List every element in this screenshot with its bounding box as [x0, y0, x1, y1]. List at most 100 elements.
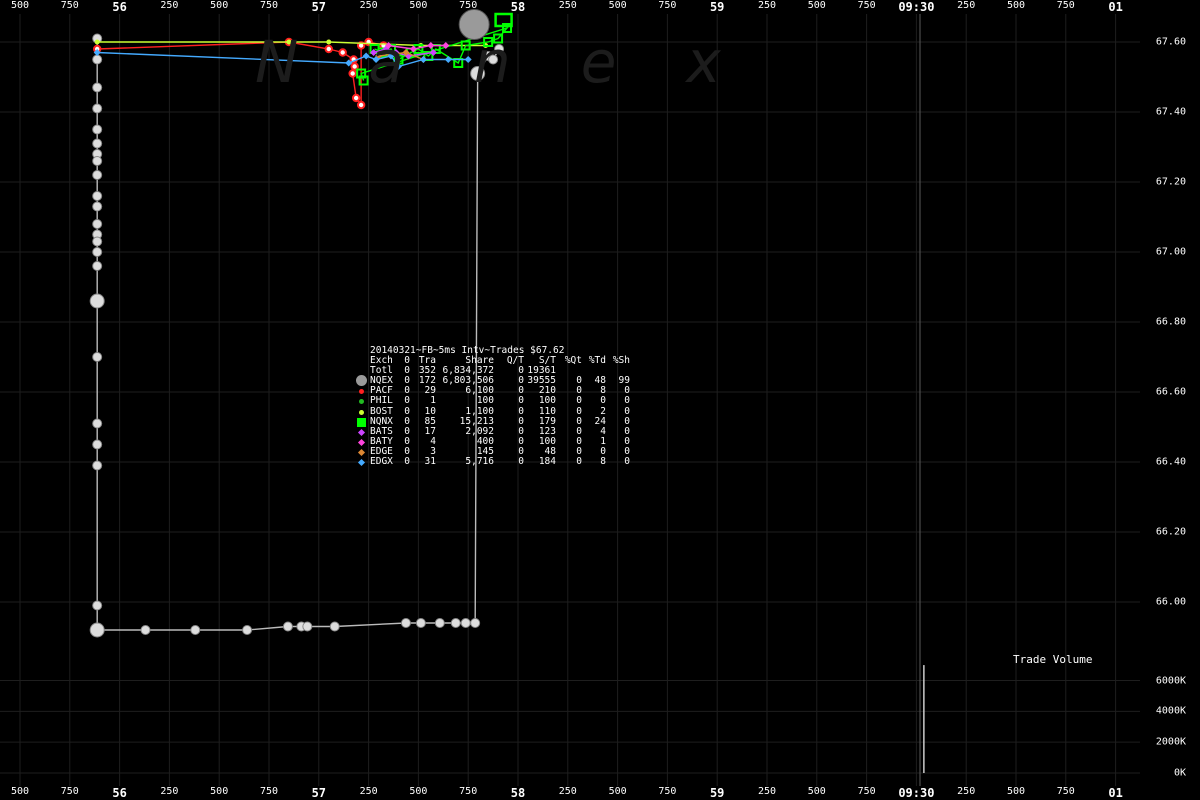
trade-point-nqex	[92, 247, 103, 257]
trade-point-nqex	[92, 418, 103, 429]
trade-point-nqex	[89, 622, 105, 638]
x-tick-top: 750	[1056, 0, 1075, 11]
trade-point-nqex	[92, 103, 103, 114]
volume-tick-label: 2000K	[1155, 736, 1186, 748]
symbol-shape	[359, 409, 364, 415]
stats-header-cell: %Qt	[564, 355, 582, 367]
trade-point-nqex	[140, 625, 151, 635]
y-tick-label: 66.40	[1155, 456, 1186, 468]
x-tick-top: 250	[957, 0, 976, 11]
series-line-nqex	[96, 38, 500, 631]
x-tick-bottom: 500	[807, 786, 826, 797]
x-tick-bottom: 250	[558, 786, 577, 797]
y-tick-label: 67.60	[1155, 36, 1186, 48]
x-tick-top: 500	[608, 0, 627, 11]
trade-point-nqex	[92, 54, 103, 65]
x-tick-top: 750	[857, 0, 876, 11]
x-tick-top: 750	[60, 0, 79, 11]
trade-point-nqex	[92, 439, 103, 450]
x-tick-bottom: 500	[608, 786, 627, 797]
exchange-symbol-icon	[356, 375, 370, 387]
stats-row: EDGX 0 31 5,716 0 184 0 8 0	[356, 456, 630, 468]
stats-cell: EDGX	[370, 456, 393, 468]
stats-rows: Exch 0 Tra Share Q/T S/T %Qt %Td %Sh Totl 0 352 6,83…	[356, 355, 630, 468]
x-tick-top: 01	[1108, 0, 1123, 14]
symbol-shape	[357, 428, 366, 436]
x-tick-bottom: 250	[957, 786, 976, 797]
volume-tick-label: 6000K	[1155, 675, 1186, 686]
x-tick-top: 500	[210, 0, 229, 11]
exchange-symbol-icon	[356, 386, 370, 396]
series-layer	[89, 9, 513, 638]
x-tick-top: 750	[259, 0, 279, 11]
trade-point-nqex	[282, 621, 293, 632]
symbol-shape	[357, 458, 366, 467]
y-tick-label: 67.40	[1155, 106, 1186, 118]
trade-point-nqex	[470, 618, 481, 628]
trade-point-nqex	[92, 236, 103, 247]
stats-header-cell: %Td	[588, 355, 606, 367]
trade-point-nqex	[92, 460, 103, 471]
trade-point-nqex	[92, 600, 103, 611]
x-tick-bottom: 250	[757, 786, 777, 797]
trade-point-nqex	[434, 618, 445, 628]
trade-point-nqex	[450, 618, 461, 628]
volume-tick-label: 4000K	[1155, 705, 1186, 717]
x-tick-bottom: 750	[658, 786, 677, 797]
y-tick-label: 66.80	[1155, 316, 1186, 328]
x-tick-top: 09:30	[898, 0, 935, 14]
symbol-shape	[357, 438, 366, 446]
exchange-symbol-icon	[356, 447, 370, 457]
y-tick-label: 66.20	[1155, 526, 1186, 538]
trade-point-nqex	[415, 618, 426, 628]
x-tick-top: 250	[558, 0, 577, 11]
trade-point-nqex	[92, 191, 103, 201]
x-tick-top: 750	[658, 0, 677, 11]
trade-point-nqex	[242, 625, 253, 635]
trade-point-nqex	[92, 170, 103, 180]
x-tick-bottom: 57	[311, 786, 327, 800]
x-tick-top: 500	[409, 0, 428, 11]
trade-point-nqex	[92, 82, 103, 93]
x-tick-bottom: 750	[1056, 786, 1075, 797]
trade-point-nqex	[89, 293, 105, 309]
stats-header-cell: %Sh	[612, 355, 630, 367]
trade-point-nqex	[460, 618, 471, 628]
x-tick-top: 59	[709, 0, 725, 14]
x-tick-bottom: 750	[60, 786, 79, 797]
trade-point-nqex	[92, 261, 103, 271]
x-tick-bottom: 250	[359, 786, 378, 797]
x-tick-bottom: 750	[259, 786, 279, 797]
y-tick-label: 66.00	[1155, 596, 1186, 608]
x-tick-top: 250	[160, 0, 179, 11]
trade-point-nqex	[92, 138, 103, 149]
stats-cell: 0	[576, 456, 582, 468]
x-tick-top: 500	[1006, 0, 1026, 11]
y-tick-label: 66.60	[1155, 386, 1186, 398]
symbol-shape	[357, 448, 366, 456]
x-tick-bottom: 58	[510, 786, 526, 800]
stats-cell: 8	[600, 456, 606, 468]
y-tick-label: 67.20	[1155, 176, 1186, 188]
x-tick-bottom: 59	[709, 786, 725, 800]
trade-point-nqex	[92, 201, 103, 212]
x-tick-bottom: 01	[1108, 786, 1123, 800]
x-tick-top: 56	[112, 0, 127, 14]
volume-tick-label: 0K	[1173, 767, 1186, 779]
y-tick-label: 67.00	[1155, 246, 1186, 258]
exchange-symbol-icon	[356, 417, 370, 427]
symbol-shape	[357, 417, 366, 427]
x-tick-bottom: 500	[10, 786, 30, 797]
stats-cell: 184	[538, 456, 556, 468]
x-tick-bottom: 500	[1006, 786, 1026, 797]
stats-header-spacer	[356, 356, 370, 366]
trade-point-nqex	[302, 621, 313, 632]
stats-cell: 5,716	[465, 456, 494, 468]
trade-point-nqex	[400, 618, 411, 628]
exchange-symbol-icon	[356, 457, 370, 467]
x-tick-top: 250	[359, 0, 378, 11]
x-tick-top: 750	[459, 0, 478, 11]
x-tick-bottom: 56	[112, 786, 127, 800]
exchange-symbol-icon	[356, 437, 370, 447]
exchange-symbol-icon	[356, 427, 370, 437]
